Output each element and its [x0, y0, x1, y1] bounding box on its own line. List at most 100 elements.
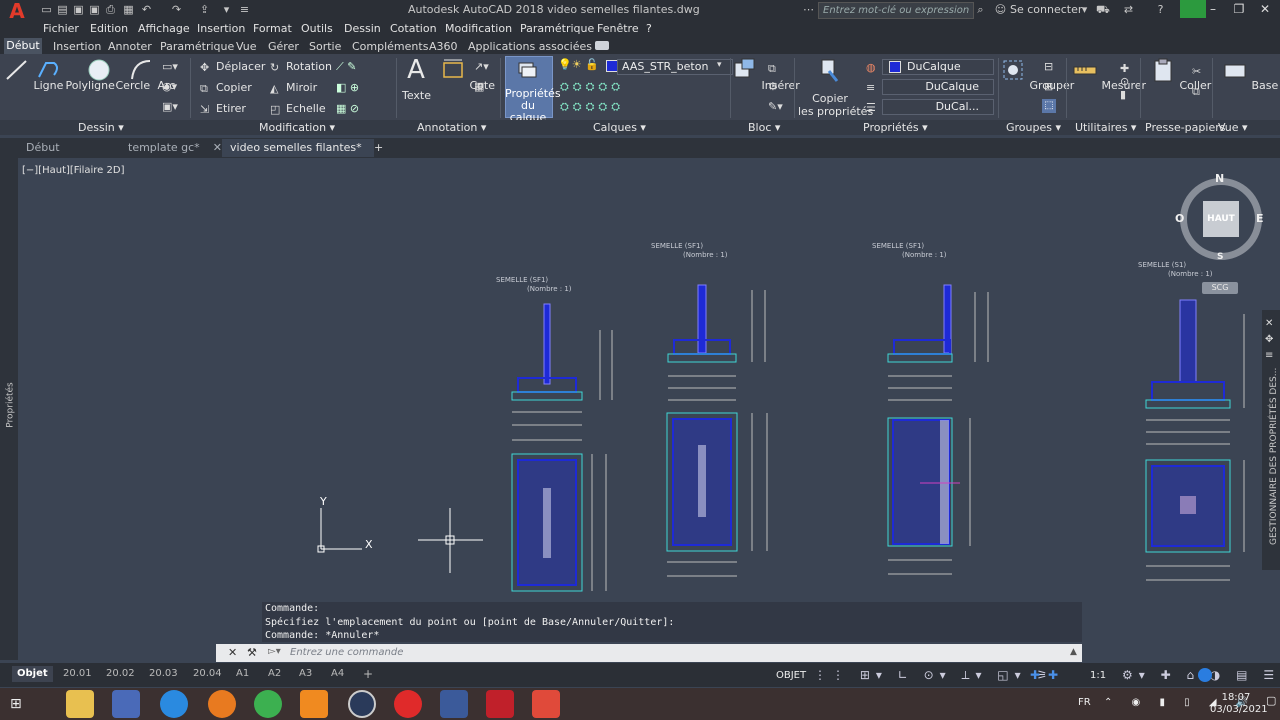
- doctab-video-semelles[interactable]: video semelles filantes*✕: [222, 139, 374, 172]
- grouper-button[interactable]: Grouper: [1000, 57, 1074, 92]
- menu-modification[interactable]: Modification: [445, 22, 512, 35]
- ccleaner-icon[interactable]: [208, 690, 236, 718]
- share-icon[interactable]: ⇪: [198, 3, 211, 16]
- rotation-button[interactable]: ↻ Rotation: [270, 60, 332, 74]
- open-file-icon[interactable]: ▤: [56, 3, 69, 16]
- copier-button[interactable]: ⧉ Copier: [200, 81, 252, 95]
- add-layout-button[interactable]: +: [358, 666, 378, 682]
- menu-outils[interactable]: Outils: [301, 22, 333, 35]
- array-icon[interactable]: ▦ ⊘: [336, 102, 359, 115]
- layer-dropdown[interactable]: AAS_STR_beton: [617, 59, 733, 75]
- undo-icon[interactable]: ↶: [140, 3, 153, 16]
- panel-dessin[interactable]: Dessin ▾: [78, 121, 124, 134]
- close-icon[interactable]: ✕: [228, 646, 237, 659]
- polyligne-button[interactable]: Polyligne: [36, 57, 115, 92]
- layout-tab-20-01[interactable]: 20.01: [58, 666, 97, 682]
- menu-edition[interactable]: Edition: [90, 22, 128, 35]
- cart-icon[interactable]: ⛟: [1096, 3, 1110, 16]
- workspace-icon[interactable]: ▾: [220, 3, 233, 16]
- panel-annotation[interactable]: Annotation ▾: [417, 121, 486, 134]
- tab-insertion[interactable]: Insertion: [53, 40, 101, 53]
- layer-tools-row2-icon[interactable]: ⛭⛭⛭⛭⛭: [560, 100, 624, 114]
- chevron-down-icon[interactable]: ▾: [1078, 3, 1091, 16]
- panel-calques[interactable]: Calques ▾: [593, 121, 646, 134]
- lineweight-dropdown[interactable]: DuCal...: [882, 99, 994, 115]
- tab-applications[interactable]: Applications associées: [468, 40, 592, 53]
- group-select-icon[interactable]: ⬚: [1042, 99, 1056, 113]
- rectangle-icon[interactable]: ▭▾: [162, 60, 178, 73]
- linetype-dropdown[interactable]: DuCalque: [882, 79, 994, 95]
- chevron-down-icon[interactable]: ▾: [717, 60, 722, 70]
- model-space-toggle[interactable]: OBJET: [776, 670, 806, 681]
- utilities-icons[interactable]: ✚ ⊙ ▮: [1120, 62, 1129, 101]
- print-icon[interactable]: ⎙: [104, 3, 117, 16]
- fillet-icon[interactable]: ◧ ⊕: [336, 81, 359, 94]
- search-input[interactable]: Entrez mot-clé ou expression: [818, 2, 974, 19]
- search-toggle-icon[interactable]: ⋯: [802, 3, 815, 16]
- tab-annoter[interactable]: Annoter: [108, 40, 152, 53]
- save-icon[interactable]: ▣: [72, 3, 85, 16]
- command-input[interactable]: Entrez une commande: [290, 647, 403, 658]
- ligne-button[interactable]: Ligne: [4, 57, 63, 92]
- close-icon[interactable]: ✕: [213, 139, 222, 157]
- etirer-button[interactable]: ⇲ Etirer: [200, 102, 246, 116]
- viewcube-south[interactable]: S: [1217, 252, 1223, 262]
- chevron-up-icon[interactable]: ▲: [1070, 647, 1077, 657]
- viewcube-top[interactable]: HAUT: [1203, 201, 1239, 237]
- internet-explorer-icon[interactable]: [160, 690, 188, 718]
- tab-parametrique[interactable]: Paramétrique: [160, 40, 234, 53]
- ungroup-icon[interactable]: ⊟: [1044, 60, 1053, 73]
- trim-icon[interactable]: ⟋ ✎: [336, 60, 356, 74]
- panel-groupes[interactable]: Groupes ▾: [1006, 121, 1061, 134]
- annotation-status-icons[interactable]: ✚✚: [1030, 668, 1066, 682]
- cercle-button[interactable]: Cercle: [86, 57, 150, 92]
- menu-format[interactable]: Format: [253, 22, 292, 35]
- doctab-template[interactable]: template gc* ✕: [120, 139, 230, 157]
- annotation-scale[interactable]: 1:1: [1090, 670, 1106, 681]
- menu-cotation[interactable]: Cotation: [390, 22, 437, 35]
- layout-tab-20-02[interactable]: 20.02: [101, 666, 140, 682]
- menu-dessin[interactable]: Dessin: [344, 22, 381, 35]
- tab-complements[interactable]: Compléments: [352, 40, 428, 53]
- viewcube-west[interactable]: O: [1175, 212, 1184, 225]
- panel-presse-papiers[interactable]: Presse-papiers: [1145, 121, 1225, 134]
- command-prompt-icon[interactable]: ▻▾: [268, 646, 281, 657]
- layer-tools-row1-icon[interactable]: ⛭⛭⛭⛭⛭: [560, 80, 624, 94]
- restore-icon[interactable]: ❐: [1226, 0, 1252, 18]
- minimize-icon[interactable]: –: [1200, 0, 1226, 18]
- panel-proprietes[interactable]: Propriétés ▾: [863, 121, 928, 134]
- tab-debut[interactable]: Début: [4, 38, 42, 54]
- base-button[interactable]: Base: [1222, 57, 1278, 92]
- windows-start-icon[interactable]: ⊞: [10, 696, 22, 712]
- quick-access-menu-icon[interactable]: ≡: [238, 3, 251, 16]
- cote-button[interactable]: Cote: [440, 57, 495, 92]
- tab-vue[interactable]: Vue: [236, 40, 257, 53]
- layout-tab-objet[interactable]: Objet: [12, 666, 53, 682]
- menu-insertion[interactable]: Insertion: [197, 22, 245, 35]
- block-edit-icon[interactable]: ⚙: [768, 80, 778, 93]
- media-app-icon[interactable]: [112, 690, 140, 718]
- facebook-icon[interactable]: [440, 690, 468, 718]
- layout-tab-a1[interactable]: A1: [231, 666, 254, 682]
- panel-utilitaires[interactable]: Utilitaires ▾: [1075, 121, 1136, 134]
- color-dropdown[interactable]: DuCalque: [882, 59, 994, 75]
- vlc-icon[interactable]: [300, 690, 328, 718]
- coller-button[interactable]: Coller: [1150, 57, 1211, 92]
- isolate-icon[interactable]: [1198, 668, 1212, 682]
- opera-icon[interactable]: [394, 690, 422, 718]
- copier-proprietes-button[interactable]: Copier les propriétés: [798, 57, 873, 118]
- signin-button[interactable]: Se connecter: [1010, 3, 1082, 16]
- autocad-taskbar-icon[interactable]: [486, 690, 514, 718]
- new-file-icon[interactable]: ▭: [40, 3, 53, 16]
- group-edit-icon[interactable]: ⊞: [1044, 80, 1053, 93]
- wrench-icon[interactable]: ⚒: [247, 646, 257, 659]
- redo-icon[interactable]: ↷: [170, 3, 183, 16]
- hatch-icon[interactable]: ◉▾: [162, 80, 177, 93]
- arc-button[interactable]: Arc: [128, 57, 175, 92]
- leader-icon[interactable]: ↗▾: [474, 60, 489, 73]
- new-tab-button[interactable]: +: [366, 139, 391, 157]
- save-as-icon[interactable]: ▣: [88, 3, 101, 16]
- ribbon-toggle-icon[interactable]: [595, 41, 609, 50]
- tab-sortie[interactable]: Sortie: [309, 40, 341, 53]
- layer-state-icons[interactable]: 💡☀ 🔓: [558, 58, 599, 71]
